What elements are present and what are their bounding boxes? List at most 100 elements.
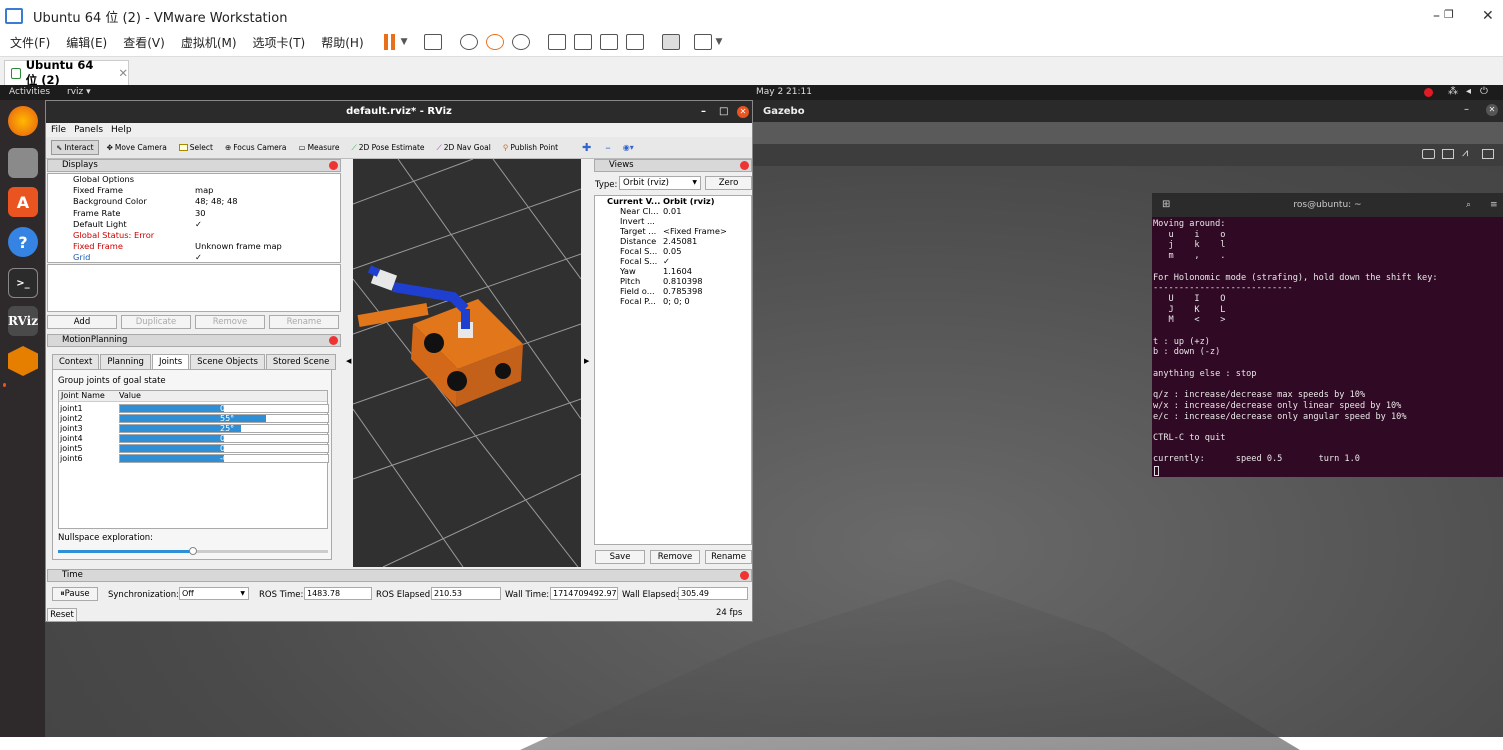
remove-view-button[interactable]: Remove: [650, 550, 700, 564]
views-row[interactable]: Pitch 0.810398: [595, 276, 751, 286]
menu-tabs[interactable]: 选项卡(T): [243, 34, 312, 51]
help-icon[interactable]: ?: [8, 227, 38, 257]
maximize-icon[interactable]: □: [719, 101, 728, 123]
displays-row[interactable]: Background Color 48; 48; 48: [48, 196, 340, 207]
joint-slider[interactable]: 0°: [119, 404, 329, 413]
rename-button[interactable]: Rename: [269, 315, 339, 329]
camera-icon[interactable]: [1422, 149, 1435, 159]
displays-row[interactable]: Global Options: [48, 174, 340, 185]
search-icon[interactable]: ⌕: [1466, 193, 1471, 217]
zero-button[interactable]: Zero: [705, 176, 752, 190]
tab-context[interactable]: Context: [52, 354, 100, 370]
minimize-icon[interactable]: –: [701, 101, 706, 123]
menu-icon[interactable]: ≡: [1490, 193, 1498, 217]
stretch-icon[interactable]: [693, 34, 712, 50]
snapshot-icon[interactable]: [459, 34, 478, 50]
pause-icon[interactable]: [383, 34, 388, 50]
views-tree[interactable]: Current V... Orbit (rviz) Near Cl... 0.01 In…: [594, 195, 752, 545]
plot-icon[interactable]: ⩘: [1462, 146, 1468, 160]
log-icon[interactable]: [1482, 149, 1494, 159]
maximize-button[interactable]: ❐: [1444, 8, 1454, 21]
menu-file[interactable]: 文件(F): [0, 34, 56, 51]
menu-help[interactable]: Help: [111, 125, 132, 135]
firefox-icon[interactable]: [8, 106, 38, 136]
rename-view-button[interactable]: Rename: [705, 550, 752, 564]
terminal-icon[interactable]: >_: [8, 268, 38, 298]
power-icon[interactable]: ⏻: [1480, 86, 1488, 97]
revert-snapshot-icon[interactable]: [485, 34, 504, 50]
new-tab-icon[interactable]: ⊞: [1162, 193, 1170, 217]
tool-focus-camera[interactable]: ⊕ Focus Camera: [221, 141, 291, 154]
displays-row[interactable]: Fixed Frame Unknown frame map: [48, 241, 340, 252]
close-icon[interactable]: ✕: [1486, 104, 1498, 116]
video-icon[interactable]: [1442, 149, 1454, 159]
chevron-down-icon-2[interactable]: ▼: [716, 37, 723, 47]
rviz-3d-viewport[interactable]: [353, 159, 581, 567]
joint-slider[interactable]: 0°: [119, 444, 329, 453]
close-icon[interactable]: [329, 161, 338, 170]
close-icon[interactable]: [740, 571, 749, 580]
views-row[interactable]: Focal S... 0.05: [595, 246, 751, 256]
displays-tree[interactable]: Global Options Fixed Frame map Background C…: [47, 173, 341, 263]
reset-button[interactable]: Reset: [47, 608, 77, 622]
unity-icon[interactable]: [625, 34, 644, 50]
views-row[interactable]: Focal P... 0; 0; 0: [595, 296, 751, 306]
vm-tab[interactable]: Ubuntu 64 位 (2) ✕: [4, 58, 129, 87]
app-menu[interactable]: rviz ▾: [67, 87, 91, 97]
views-row[interactable]: Distance 2.45081: [595, 236, 751, 246]
nullspace-handle[interactable]: [189, 547, 197, 555]
record-icon[interactable]: [1424, 88, 1433, 97]
tab-scene-objects[interactable]: Scene Objects: [190, 354, 265, 370]
add-button[interactable]: Add: [47, 315, 117, 329]
tool-publish-point[interactable]: ⚲ Publish Point: [499, 141, 562, 154]
duplicate-button[interactable]: Duplicate: [121, 315, 191, 329]
tab-stored-scene[interactable]: Stored Scene: [265, 354, 337, 370]
console-icon[interactable]: [661, 34, 680, 50]
joint-slider[interactable]: 55°: [119, 414, 329, 423]
menu-file[interactable]: File: [51, 125, 66, 135]
nullspace-slider[interactable]: [58, 547, 328, 555]
chevron-down-icon[interactable]: ▼: [401, 37, 408, 47]
volume-icon[interactable]: ◂: [1466, 86, 1471, 97]
views-row[interactable]: Invert ...: [595, 216, 751, 226]
files-icon[interactable]: [8, 148, 38, 178]
fullscreen-icon[interactable]: [599, 34, 618, 50]
close-icon[interactable]: ✕: [118, 66, 128, 80]
views-row[interactable]: Field o... 0.785398: [595, 286, 751, 296]
close-icon[interactable]: [740, 161, 749, 170]
displays-row[interactable]: Fixed Frame map: [48, 185, 340, 196]
view-type-select[interactable]: Orbit (rviz) ▼: [619, 176, 701, 190]
tool-2d-nav-goal[interactable]: ⟋ 2D Nav Goal: [433, 141, 495, 155]
snapshot-manager-icon[interactable]: [511, 34, 530, 50]
sync-select[interactable]: Off ▼: [179, 587, 249, 600]
close-icon[interactable]: ✕: [737, 106, 749, 118]
displays-row[interactable]: Default Light ✓: [48, 219, 340, 230]
views-row[interactable]: Yaw 1.1604: [595, 266, 751, 276]
software-icon[interactable]: A: [8, 187, 38, 217]
remove-button[interactable]: Remove: [195, 315, 265, 329]
minimize-icon[interactable]: –: [1464, 104, 1469, 115]
tab-planning[interactable]: Planning: [100, 354, 151, 370]
activities-button[interactable]: Activities: [9, 87, 50, 97]
menu-view[interactable]: 查看(V): [113, 34, 171, 51]
tool-measure[interactable]: ▭ Measure: [294, 141, 343, 154]
thumbnail-icon[interactable]: [573, 34, 592, 50]
eye-icon[interactable]: ◉▾: [623, 143, 634, 152]
joint-slider[interactable]: 0°: [119, 434, 329, 443]
minimize-button[interactable]: –: [1433, 8, 1440, 24]
tool-interact[interactable]: ⬉ Interact: [51, 140, 99, 155]
gazebo-icon[interactable]: [8, 346, 38, 376]
joint-slider[interactable]: 25°: [119, 424, 329, 433]
close-icon[interactable]: [329, 336, 338, 345]
collapse-left-icon[interactable]: ◀: [346, 357, 351, 365]
menu-edit[interactable]: 编辑(E): [56, 34, 113, 51]
tool-move-camera[interactable]: ✥ Move Camera: [103, 141, 171, 154]
network-icon[interactable]: ⁂: [1448, 86, 1458, 97]
collapse-right-icon[interactable]: ▶: [584, 357, 589, 365]
tab-joints[interactable]: Joints: [151, 354, 190, 370]
sidebar-icon[interactable]: [547, 34, 566, 50]
save-view-button[interactable]: Save: [595, 550, 645, 564]
tool-select[interactable]: Select: [175, 141, 217, 154]
views-row[interactable]: Near Cl... 0.01: [595, 206, 751, 216]
displays-row[interactable]: Grid ✓: [48, 252, 340, 263]
